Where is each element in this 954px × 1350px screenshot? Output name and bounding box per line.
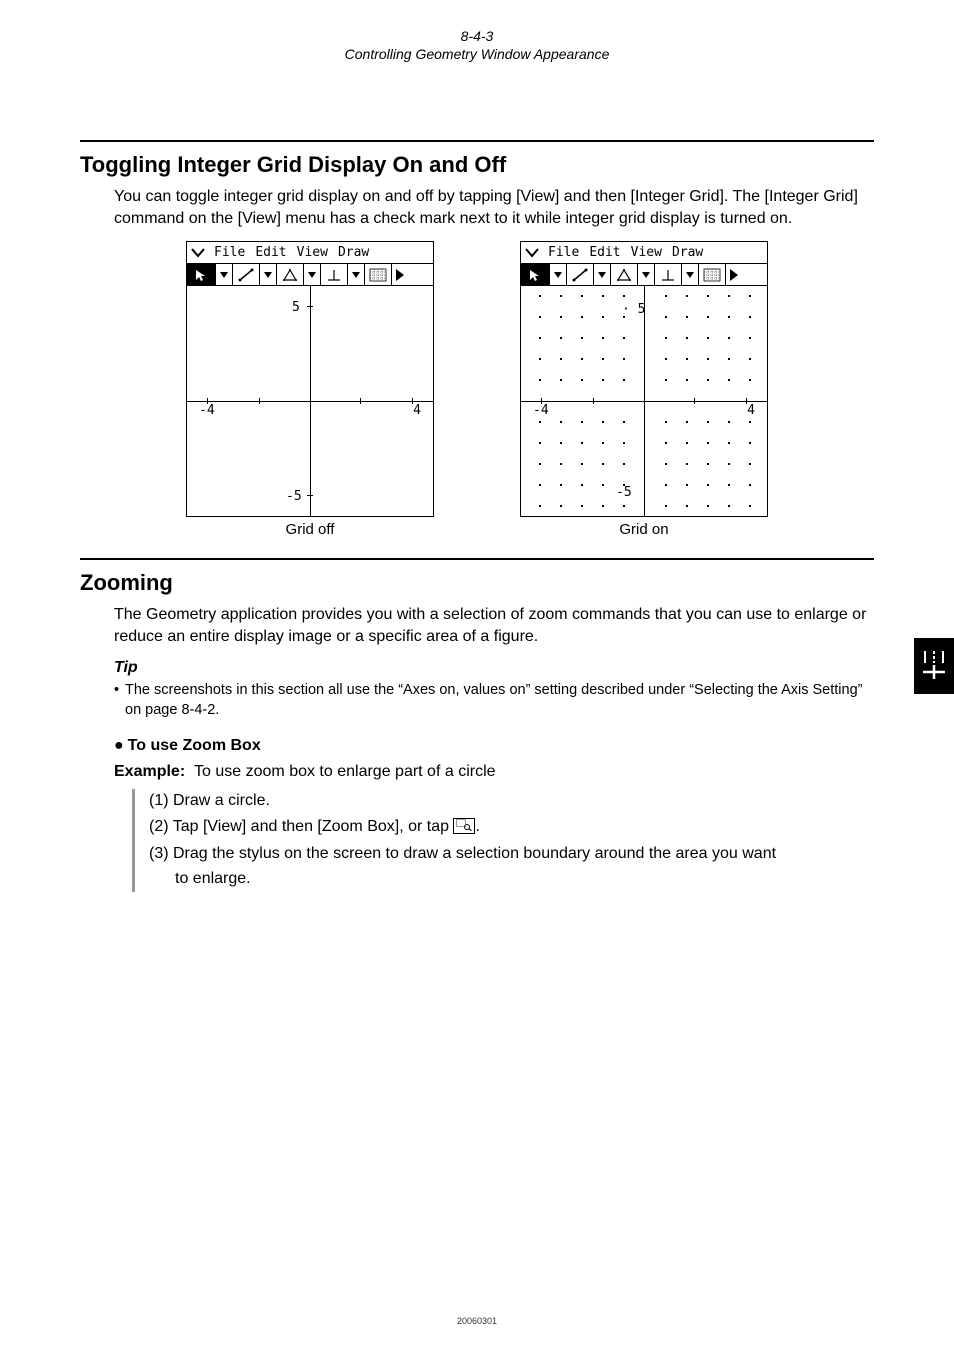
section1-paragraph: You can toggle integer grid display on a… [114,186,874,229]
screenshot-grid-off: File Edit View Draw [186,241,434,517]
header-page-ref: 8-4-3 [80,28,874,44]
steps-list: (1) Draw a circle. (2) Tap [View] and th… [132,789,874,892]
tool-line-icon[interactable] [233,264,260,286]
tool-triangle-dropdown-icon[interactable] [304,264,321,286]
menu-file[interactable]: File [543,245,584,260]
screenshot-grid-on: File Edit View Draw [520,241,768,517]
axis-label-4: 4 [413,403,421,418]
menubar: File Edit View Draw [187,242,433,264]
toolbar-more-icon[interactable] [392,264,408,286]
step-2: (2) Tap [View] and then [Zoom Box], or t… [149,815,874,840]
tool-perp-icon[interactable] [321,264,348,286]
tool-perp-dropdown-icon[interactable] [348,264,365,286]
section-heading-grid: Toggling Integer Grid Display On and Off [80,152,874,178]
menu-edit[interactable]: Edit [584,245,625,260]
step-3: (3) Drag the stylus on the screen to dra… [149,842,874,892]
tip-item: The screenshots in this section all use … [114,681,874,720]
menu-view[interactable]: View [292,245,333,260]
caption-grid-on: Grid on [619,521,668,538]
section-heading-zoom: Zooming [80,570,874,596]
toolbar-more-icon[interactable] [726,264,742,286]
tool-pointer-dropdown-icon[interactable] [550,264,567,286]
tool-triangle-icon[interactable] [277,264,304,286]
subhead-zoombox: ●To use Zoom Box [114,737,874,755]
menu-v-icon[interactable] [521,248,543,258]
axis-label-neg4: -4 [199,403,215,418]
plot-canvas-on: · 5 -5 -4 4 [521,286,767,516]
tool-pointer-icon[interactable] [187,264,216,286]
tip-heading: Tip [114,659,874,677]
menu-view[interactable]: View [626,245,667,260]
tool-line-icon[interactable] [567,264,594,286]
section2-paragraph: The Geometry application provides you wi… [114,604,874,647]
tool-pointer-icon[interactable] [521,264,550,286]
divider [80,558,874,560]
tool-perp-icon[interactable] [655,264,682,286]
tool-grid-icon[interactable] [365,264,392,286]
axis-label-neg5: -5 [286,489,302,504]
divider [80,140,874,142]
x-axis [187,401,433,402]
axis-label-5: 5 [292,300,300,315]
menu-file[interactable]: File [209,245,250,260]
plot-canvas-off: 5 -5 -4 4 [187,286,433,516]
tool-triangle-icon[interactable] [611,264,638,286]
zoombox-icon [453,818,475,834]
toolbar [521,264,767,286]
tool-grid-icon[interactable] [699,264,726,286]
tool-line-dropdown-icon[interactable] [260,264,277,286]
example-line: Example: To use zoom box to enlarge part… [114,763,874,781]
footer-code: 20060301 [0,1316,954,1326]
tool-pointer-dropdown-icon[interactable] [216,264,233,286]
menu-draw[interactable]: Draw [667,245,708,260]
step-1: (1) Draw a circle. [149,789,874,814]
tool-perp-dropdown-icon[interactable] [682,264,699,286]
header-page-title: Controlling Geometry Window Appearance [80,46,874,62]
menu-v-icon[interactable] [187,248,209,258]
tool-triangle-dropdown-icon[interactable] [638,264,655,286]
menu-edit[interactable]: Edit [250,245,291,260]
toolbar [187,264,433,286]
integer-grid-dots [521,286,767,516]
tool-line-dropdown-icon[interactable] [594,264,611,286]
caption-grid-off: Grid off [286,521,335,538]
menubar: File Edit View Draw [521,242,767,264]
menu-draw[interactable]: Draw [333,245,374,260]
thumb-tab-icon [914,638,954,694]
